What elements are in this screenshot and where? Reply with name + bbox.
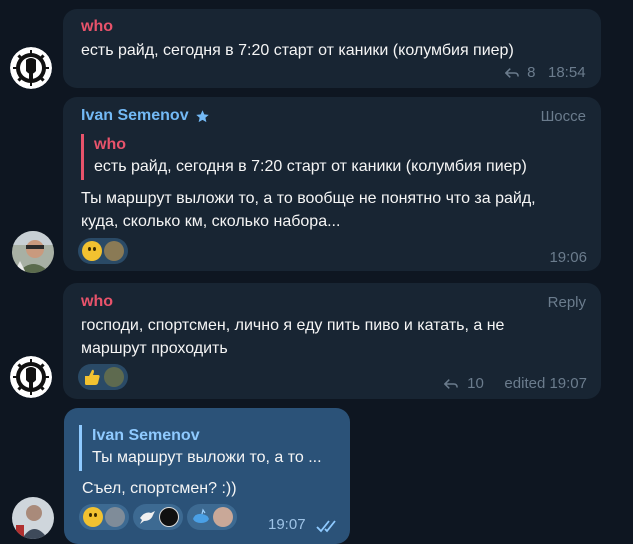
quoted-message[interactable]: who есть райд, сегодня в 7:20 старт от к… xyxy=(81,134,561,180)
message-time: 19:07 xyxy=(268,516,306,533)
reactions xyxy=(79,504,237,530)
grinning-face-emoji xyxy=(82,241,102,261)
message-text: куда, сколько км, сколько набора... xyxy=(81,213,341,230)
user-avatar xyxy=(159,507,179,527)
sender-name[interactable]: who xyxy=(81,18,113,36)
whale-emoji xyxy=(193,508,209,523)
double-check-icon xyxy=(316,520,336,533)
avatar[interactable] xyxy=(10,356,52,398)
member-tag: Шоссе xyxy=(540,108,586,125)
message-text: Съел, спортсмен? :)) xyxy=(82,480,237,497)
reaction-chip[interactable] xyxy=(78,364,128,390)
message-bubble[interactable]: Ivan Semenov Шоссе who есть райд, сегодн… xyxy=(63,97,601,271)
user-avatar xyxy=(104,241,124,261)
message-text: есть райд, сегодня в 7:20 старт от каник… xyxy=(81,42,514,59)
star-icon xyxy=(196,110,209,123)
avatar[interactable] xyxy=(12,231,54,273)
reply-arrow-icon xyxy=(444,379,458,389)
sender-name[interactable]: Ivan Semenov xyxy=(81,107,189,125)
user-avatar xyxy=(105,507,125,527)
quote-sender: who xyxy=(94,136,126,153)
reaction-chip[interactable] xyxy=(133,504,183,530)
message-time: 18:54 xyxy=(548,64,586,81)
reaction-chip[interactable] xyxy=(187,504,237,530)
reaction-chip[interactable] xyxy=(78,238,128,264)
reply-link[interactable]: Reply xyxy=(548,294,586,311)
reactions xyxy=(78,364,128,390)
message-bubble[interactable]: who есть райд, сегодня в 7:20 старт от к… xyxy=(63,9,601,88)
dove-emoji xyxy=(140,511,155,524)
avatar[interactable] xyxy=(12,497,54,539)
message-bubble[interactable]: Ivan Semenov Ты маршрут выложи то, а то … xyxy=(64,408,350,544)
quoted-message[interactable]: Ivan Semenov Ты маршрут выложи то, а то … xyxy=(79,425,341,471)
reply-arrow-icon xyxy=(505,68,519,78)
chat-area: who есть райд, сегодня в 7:20 старт от к… xyxy=(0,0,633,544)
message-bubble[interactable]: who Reply господи, спортсмен, лично я ед… xyxy=(63,283,601,399)
sender-name[interactable]: who xyxy=(81,293,113,311)
quote-text: Ты маршрут выложи то, а то ... xyxy=(92,449,322,466)
reply-count: 10 xyxy=(467,375,484,392)
crying-face-emoji xyxy=(83,507,103,527)
reply-counter[interactable]: 10 xyxy=(444,375,484,392)
avatar[interactable] xyxy=(10,47,52,89)
user-avatar xyxy=(213,507,233,527)
message-text: маршрут проходить xyxy=(81,340,228,357)
reply-counter[interactable]: 8 xyxy=(505,64,536,81)
quote-text: есть райд, сегодня в 7:20 старт от каник… xyxy=(94,158,527,175)
message-text: господи, спортсмен, лично я еду пить пив… xyxy=(81,317,505,334)
user-avatar xyxy=(104,367,124,387)
message-text: Ты маршрут выложи то, а то вообще не пон… xyxy=(81,190,536,207)
thumbs-up-emoji xyxy=(85,369,100,385)
reaction-chip[interactable] xyxy=(79,504,129,530)
message-time: edited 19:07 xyxy=(504,375,587,392)
quote-sender: Ivan Semenov xyxy=(92,427,200,444)
message-time: 19:06 xyxy=(549,249,587,266)
reactions xyxy=(78,238,128,264)
reply-count: 8 xyxy=(527,64,536,81)
